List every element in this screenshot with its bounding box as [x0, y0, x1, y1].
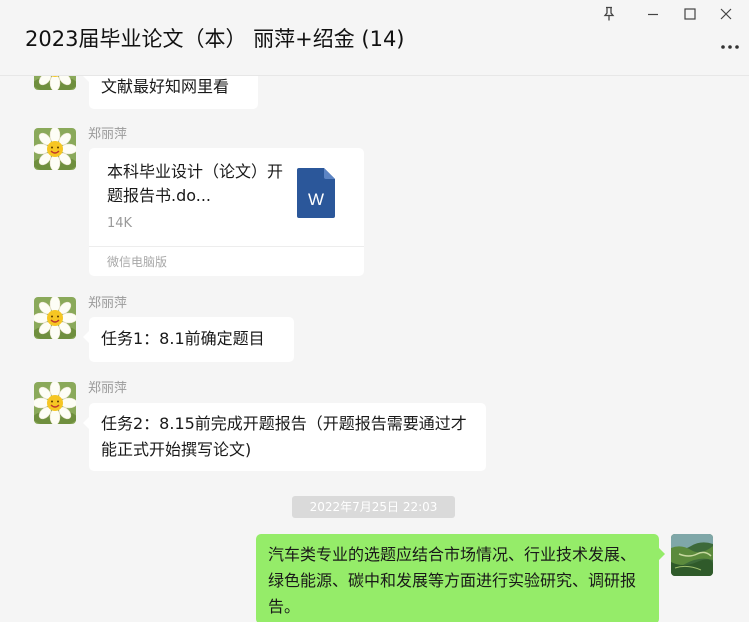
avatar[interactable]	[34, 382, 76, 424]
message-bubble[interactable]: 任务1：8.1前确定题目	[83, 317, 294, 362]
word-icon-letter: W	[308, 190, 324, 209]
message-bubble-self[interactable]: 汽车类专业的选题应结合市场情况、行业技术发展、绿色能源、碳中和发展等方面进行实验…	[256, 534, 665, 622]
sender-name: 郑丽萍	[88, 381, 128, 396]
minimize-icon[interactable]	[640, 3, 666, 25]
word-file-icon: W	[297, 168, 335, 222]
file-source: 微信电脑版	[107, 255, 168, 269]
message-text: 文献最好知网里看	[101, 77, 230, 96]
maximize-icon[interactable]	[677, 3, 703, 25]
pin-icon[interactable]	[596, 3, 622, 25]
message-text: 任务1：8.1前确定题目	[101, 329, 265, 348]
message-bubble[interactable]: 文献最好知网里看	[83, 76, 258, 109]
avatar[interactable]	[34, 297, 76, 339]
more-icon[interactable]	[719, 40, 741, 54]
chat-title: 2023届毕业论文（本） 丽萍+绍金 (14)	[25, 27, 405, 51]
sender-name: 郑丽萍	[88, 127, 128, 142]
message-text: 汽车类专业的选题应结合市场情况、行业技术发展、绿色能源、碳中和发展等方面进行实验…	[268, 545, 637, 616]
avatar[interactable]	[34, 76, 76, 90]
chat-message-area[interactable]: 文献最好知网里看 郑丽萍 本科毕业设计（论文）开题报告书.do... 14K W…	[0, 76, 749, 622]
self-avatar[interactable]	[671, 534, 713, 576]
file-size: 14K	[107, 216, 133, 231]
message-bubble[interactable]: 任务2：8.15前完成开题报告（开题报告需要通过才能正式开始撰写论文)	[83, 403, 486, 471]
timestamp-divider: 2022年7月25日 22:03	[292, 496, 455, 518]
avatar[interactable]	[34, 128, 76, 170]
sender-name: 郑丽萍	[88, 296, 128, 311]
file-name: 本科毕业设计（论文）开题报告书.do...	[107, 162, 284, 205]
file-message-card[interactable]: 本科毕业设计（论文）开题报告书.do... 14K W 微信电脑版	[89, 148, 364, 276]
file-card-divider	[89, 246, 364, 247]
message-text: 任务2：8.15前完成开题报告（开题报告需要通过才能正式开始撰写论文)	[101, 414, 467, 459]
close-icon[interactable]	[713, 3, 739, 25]
title-bar: 2023届毕业论文（本） 丽萍+绍金 (14)	[0, 0, 749, 76]
